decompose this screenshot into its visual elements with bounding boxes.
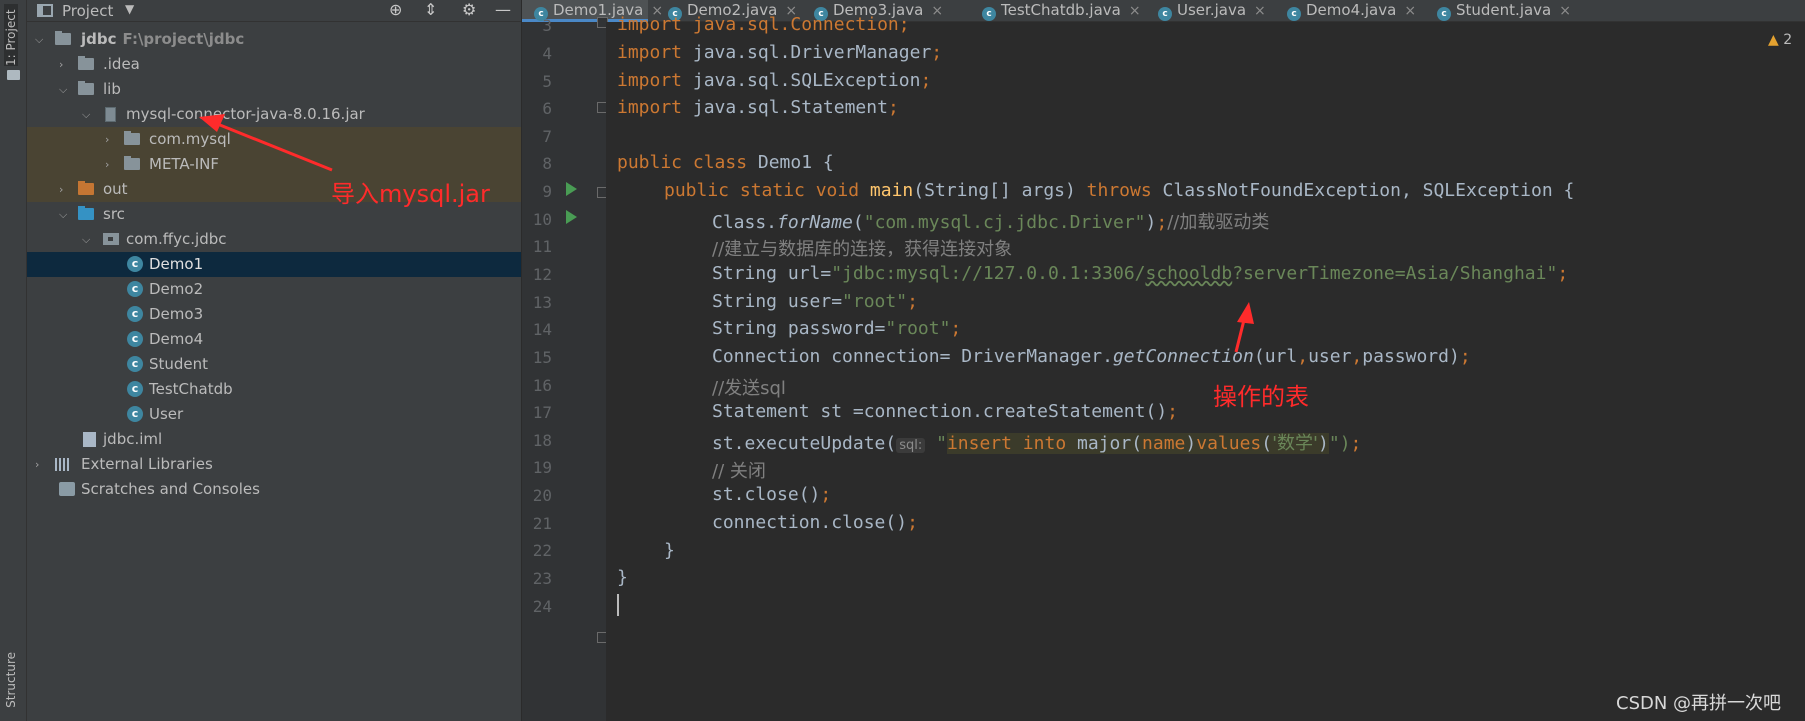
close-icon[interactable]: ×: [931, 3, 943, 19]
class-icon: c: [1437, 7, 1451, 21]
tab-student[interactable]: c Student.java ×: [1437, 0, 1577, 22]
line-number: 18: [532, 431, 552, 450]
line-number: 7: [542, 127, 552, 146]
line-number: 13: [532, 293, 552, 312]
warning-count: 2: [1783, 32, 1793, 48]
run-icon[interactable]: [566, 182, 577, 196]
inspection-widget[interactable]: ▲ 2: [1768, 32, 1792, 48]
project-tool-button[interactable]: 1: Project: [4, 4, 18, 66]
tool-window-strip: 1: Project Structure: [0, 0, 27, 721]
tab-user[interactable]: c User.java ×: [1158, 0, 1268, 22]
line-number: 10: [532, 210, 552, 229]
line-number: 12: [532, 265, 552, 284]
line-number: 17: [532, 403, 552, 422]
line-number: 8: [542, 154, 552, 173]
run-icon[interactable]: [566, 210, 577, 224]
line-number: 9: [542, 182, 552, 201]
watermark: CSDN @再拼一次吧: [1616, 693, 1782, 714]
line-number: 6: [542, 99, 552, 118]
editor-gutter: 3 4 5 6 7 8 9 10 11 12 13 14 15 16 17 18…: [522, 16, 608, 721]
annotation-table: 操作的表: [1213, 383, 1309, 411]
line-number: 5: [542, 72, 552, 91]
code-editor[interactable]: import java.sql.Connection; import java.…: [606, 14, 1805, 721]
annotation-arrow-table: [1234, 302, 1254, 353]
annotation-arrow-jar: [199, 114, 333, 172]
tab-label: User.java: [1177, 1, 1247, 19]
line-number: 19: [532, 458, 552, 477]
structure-tool-button[interactable]: Structure: [4, 652, 18, 708]
folder-icon: [7, 70, 20, 80]
line-number: 23: [532, 569, 552, 588]
project-panel: Project ▼ ⊕ ⇕ ⚙ — ⌵ jdbc F:\project\jdbc …: [27, 0, 522, 721]
close-icon[interactable]: ×: [1129, 3, 1141, 19]
annotation-jar: 导入mysql.jar: [331, 180, 490, 208]
class-icon: c: [1158, 7, 1172, 21]
tab-label: Student.java: [1456, 1, 1552, 19]
line-number: 21: [532, 514, 552, 533]
tab-label: Demo4.java: [1306, 1, 1397, 19]
line-number: 16: [532, 376, 552, 395]
close-icon[interactable]: ×: [1559, 3, 1571, 19]
tab-demo4[interactable]: c Demo4.java ×: [1287, 0, 1417, 22]
line-number: 24: [532, 597, 552, 616]
line-number: 3: [542, 16, 552, 35]
line-number: 22: [532, 541, 552, 560]
tab-testchatdb[interactable]: c TestChatdb.java ×: [982, 0, 1152, 22]
class-icon: c: [1287, 7, 1301, 21]
tab-label: TestChatdb.java: [1001, 1, 1121, 19]
line-number: 20: [532, 486, 552, 505]
line-number: 15: [532, 348, 552, 367]
close-icon[interactable]: ×: [1404, 3, 1416, 19]
close-icon[interactable]: ×: [1254, 3, 1266, 19]
line-number: 11: [532, 237, 552, 256]
line-number: 4: [542, 44, 552, 63]
line-number: 14: [532, 320, 552, 339]
warning-icon: ▲: [1768, 32, 1779, 48]
class-icon: c: [982, 7, 996, 21]
